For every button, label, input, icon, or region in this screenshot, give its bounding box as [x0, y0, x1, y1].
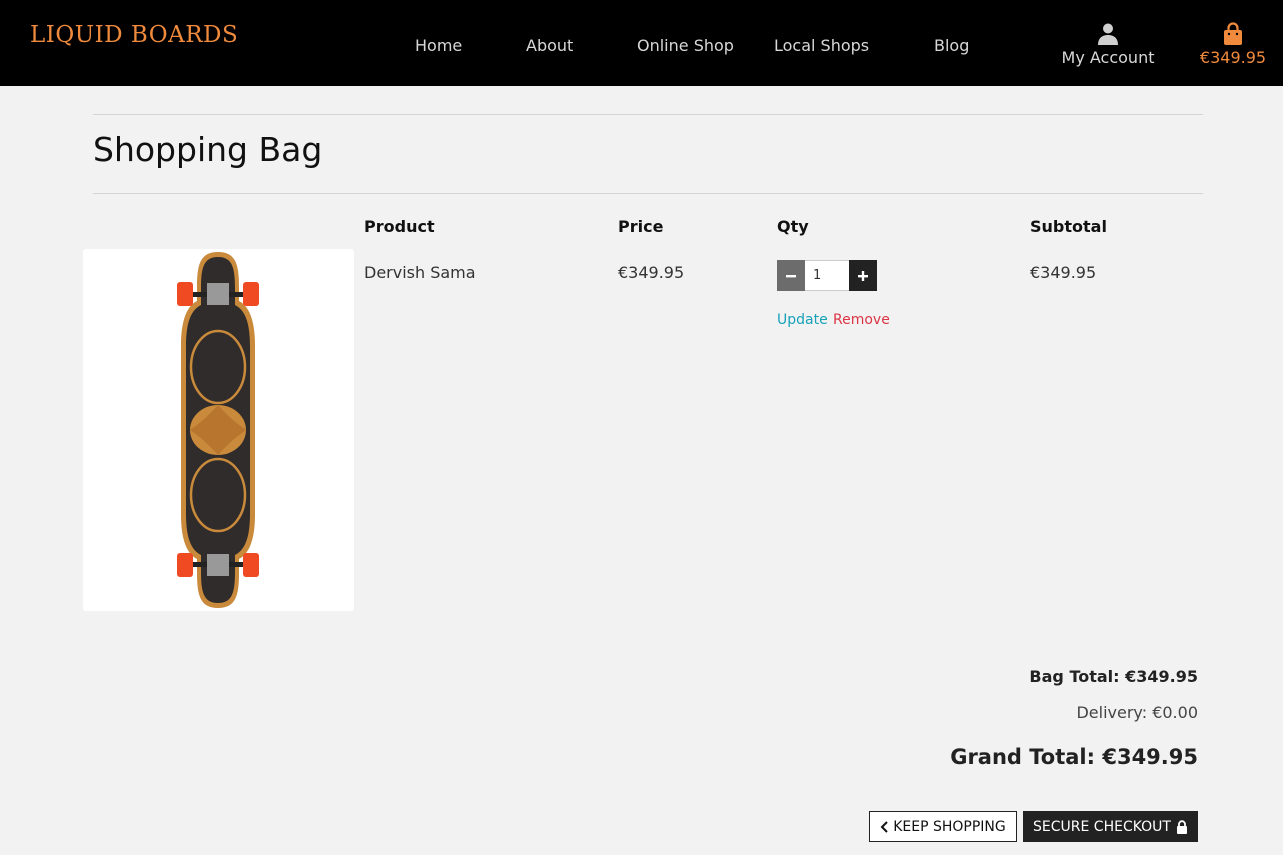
- page-title: Shopping Bag: [93, 130, 323, 169]
- product-price: €349.95: [618, 263, 685, 282]
- quantity-stepper: [777, 260, 877, 291]
- longboard-image: [177, 252, 259, 608]
- product-name[interactable]: Dervish Sama: [364, 263, 476, 282]
- divider-top: [93, 114, 1203, 115]
- cart-link[interactable]: €349.95: [1197, 22, 1269, 67]
- increment-button[interactable]: [849, 260, 877, 291]
- nav-link-home[interactable]: Home: [415, 36, 462, 55]
- header-subtotal: Subtotal: [1030, 217, 1107, 236]
- my-account-label: My Account: [1061, 48, 1155, 67]
- my-account-link[interactable]: My Account: [1061, 22, 1155, 67]
- lock-icon: [1176, 819, 1187, 834]
- brand-logo[interactable]: LIQUID BOARDS: [30, 22, 238, 48]
- decrement-button[interactable]: [777, 260, 805, 291]
- delivery-cost: Delivery: €0.00: [1076, 703, 1198, 722]
- nav-link-about[interactable]: About: [526, 36, 573, 55]
- minus-icon: [786, 274, 796, 277]
- secure-checkout-label: SECURE CHECKOUT: [1033, 818, 1171, 835]
- chevron-left-icon: [880, 820, 888, 833]
- shopping-bag-icon: [1224, 22, 1242, 45]
- divider-bottom: [93, 193, 1203, 194]
- header-product: Product: [364, 217, 435, 236]
- keep-shopping-button[interactable]: KEEP SHOPPING: [869, 811, 1017, 842]
- secure-checkout-button[interactable]: SECURE CHECKOUT: [1023, 811, 1198, 842]
- bag-total: Bag Total: €349.95: [1029, 667, 1198, 686]
- header-price: Price: [618, 217, 664, 236]
- grand-total: Grand Total: €349.95: [950, 745, 1198, 769]
- user-icon: [1098, 23, 1118, 45]
- nav-link-blog[interactable]: Blog: [934, 36, 969, 55]
- nav-link-online-shop[interactable]: Online Shop: [637, 36, 734, 55]
- cart-total: €349.95: [1199, 48, 1267, 67]
- navbar: LIQUID BOARDS Home About Online Shop Loc…: [0, 0, 1283, 86]
- plus-icon: [858, 270, 868, 281]
- remove-link[interactable]: Remove: [833, 312, 890, 328]
- quantity-input[interactable]: [805, 260, 849, 291]
- header-qty: Qty: [777, 217, 809, 236]
- keep-shopping-label: KEEP SHOPPING: [893, 818, 1006, 835]
- update-link[interactable]: Update: [777, 312, 828, 328]
- product-subtotal: €349.95: [1030, 263, 1097, 282]
- product-image: [83, 249, 354, 611]
- nav-link-local-shops[interactable]: Local Shops: [774, 36, 869, 55]
